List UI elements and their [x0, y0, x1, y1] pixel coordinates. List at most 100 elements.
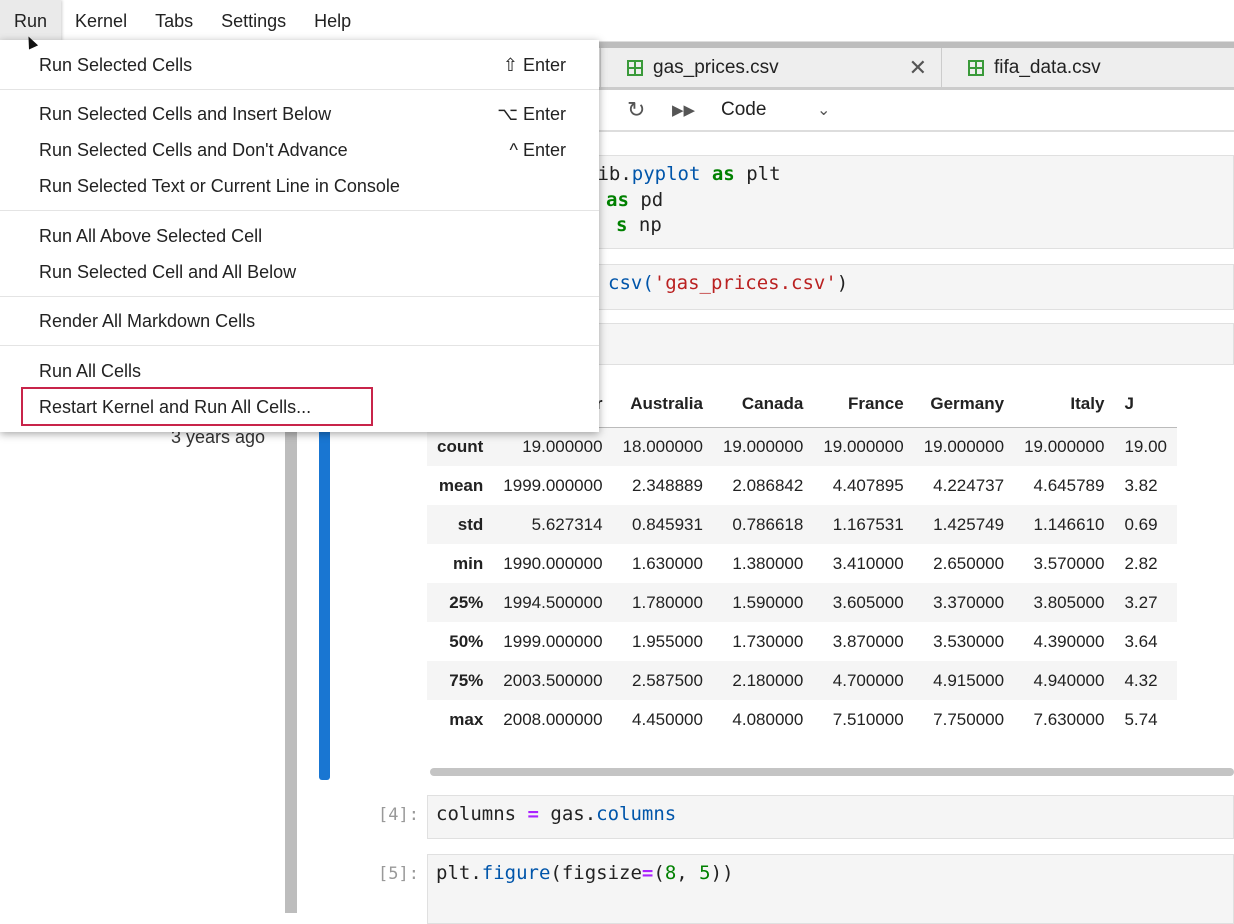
table-cell: 3.870000 [832, 631, 904, 651]
table-row: 25% 1994.500000 1.780000 1.590000 3.605000 3.… [427, 583, 1177, 622]
menu-item[interactable]: Run Selected Cells and Insert Below ⌥ Ent… [0, 96, 599, 132]
code-cell-figure[interactable]: plt.figure(figsize=(8, 5)) [427, 854, 1234, 924]
menu-item-label: Run Selected Cells [39, 55, 193, 75]
table-cell: 4.407895 [832, 475, 904, 495]
menu-separator [0, 210, 599, 211]
menu-item[interactable]: Render All Markdown Cells [0, 303, 599, 339]
chevron-down-icon[interactable]: ⌄ [817, 100, 830, 120]
table-cell: 7.510000 [832, 709, 904, 729]
tab-fifa-data[interactable]: fifa_data.csv [941, 48, 1234, 88]
row-label: max [449, 709, 484, 729]
table-cell: 0.786618 [732, 514, 804, 534]
column-header: Italy [1014, 382, 1115, 428]
code: = [527, 803, 539, 825]
menu-item[interactable]: Run Selected Cells ⇧ Enter [0, 47, 599, 83]
menu-separator [0, 296, 599, 297]
table-row: 75% 2003.500000 2.587500 2.180000 4.700000 4.… [427, 661, 1177, 700]
column-header: Australia [612, 382, 713, 428]
row-label: std [457, 514, 484, 534]
table-cell: 1.590000 [732, 592, 804, 612]
restart-kernel-icon[interactable]: ↻ [627, 97, 645, 123]
menu-item-label: Run Selected Cells and Don't Advance [39, 140, 348, 160]
row-label: 75% [449, 670, 484, 690]
menu-settings[interactable]: Settings [207, 0, 300, 42]
output-horizontal-scrollbar[interactable] [430, 768, 1234, 776]
cell-type-select[interactable]: Code [721, 99, 766, 121]
menu-item-label: Run All Cells [39, 361, 142, 381]
menu-item[interactable]: Run Selected Text or Current Line in Con… [0, 168, 599, 204]
menu-bar: Run Kernel Tabs Settings Help [0, 0, 1234, 42]
active-cell-indicator[interactable] [319, 417, 330, 780]
table-cell: 4.700000 [832, 670, 904, 690]
menu-separator [0, 89, 599, 90]
table-cell: 2.348889 [632, 475, 703, 495]
column-header: Canada [712, 382, 814, 428]
code: pd [628, 188, 664, 211]
table-cell: 1999.000000 [503, 631, 603, 651]
tab-label: fifa_data.csv [994, 57, 1101, 78]
row-label: min [453, 553, 484, 573]
menu-item-label: Run Selected Text or Current Line in Con… [39, 176, 400, 196]
table-cell: 19.000000 [1024, 436, 1105, 456]
table-cell: 1.380000 [732, 553, 804, 573]
table-cell: 1.167531 [832, 514, 904, 534]
table-cell: 1.780000 [632, 592, 703, 612]
table-cell: 3.64 [1124, 631, 1158, 651]
table-cell: 3.27 [1124, 592, 1158, 612]
table-cell: 4.915000 [933, 670, 1005, 690]
table-row: mean 1999.000000 2.348889 2.086842 4.407895 4… [427, 466, 1177, 505]
table-cell: 19.000000 [823, 436, 904, 456]
menu-item-shortcut: ^ Enter [509, 140, 566, 160]
row-label: count [437, 436, 484, 456]
row-label: 50% [449, 631, 484, 651]
table-cell: 7.750000 [933, 709, 1005, 729]
table-row: std 5.627314 0.845931 0.786618 1.167531 1.425… [427, 505, 1177, 544]
run-menu-dropdown: Run Selected Cells ⇧ Enter Run Selected Ce… [0, 40, 599, 432]
menu-item-label: Render All Markdown Cells [39, 311, 256, 331]
run-all-icon[interactable]: ▶▶ [672, 101, 695, 119]
table-cell: 19.000000 [923, 436, 1005, 456]
menu-kernel[interactable]: Kernel [61, 0, 141, 42]
code: ( [653, 862, 665, 884]
menu-item[interactable]: Run Selected Cells and Don't Advance ^ En… [0, 132, 599, 168]
code: pyplot [631, 163, 701, 185]
table-cell: 2003.500000 [503, 670, 603, 690]
table-cell: 5.627314 [531, 514, 603, 534]
table-cell: 4.390000 [1033, 631, 1105, 651]
table-cell: 1999.000000 [503, 475, 603, 495]
code: = [641, 862, 654, 884]
menu-item[interactable]: Run All Above Selected Cell [0, 218, 599, 254]
menu-item[interactable]: Run Selected Cell and All Below [0, 254, 599, 290]
menu-help[interactable]: Help [300, 0, 365, 42]
code: s [616, 214, 628, 236]
spreadsheet-icon [968, 60, 984, 76]
table-row: max 2008.000000 4.450000 4.080000 7.510000 7.… [427, 700, 1177, 739]
table-cell: 7.630000 [1033, 709, 1105, 729]
table-cell: 1.425749 [933, 514, 1005, 534]
table-cell: 3.570000 [1033, 553, 1105, 573]
table-cell: 19.00 [1124, 436, 1167, 456]
table-cell: 3.370000 [933, 592, 1005, 612]
code: plt [734, 163, 781, 185]
table-cell: 4.645789 [1033, 475, 1105, 495]
table-cell: 3.605000 [832, 592, 904, 612]
menu-item[interactable]: Run All Cells [0, 353, 599, 389]
code: gas. [538, 803, 597, 825]
row-label: mean [438, 475, 484, 495]
spreadsheet-icon [627, 60, 643, 76]
tab-gas-prices[interactable]: gas_prices.csv ✕ [600, 48, 941, 88]
cell-prompt: [4]: [378, 805, 419, 825]
close-icon[interactable]: ✕ [909, 55, 927, 81]
table-row: count 19.000000 18.000000 19.000000 19.00000… [427, 427, 1177, 466]
table-cell: 1.730000 [732, 631, 804, 651]
code-cell-columns[interactable]: columns = gas.columns [427, 795, 1234, 839]
table-cell: 3.805000 [1033, 592, 1105, 612]
menu-tabs[interactable]: Tabs [141, 0, 207, 42]
table-cell: 2.086842 [732, 475, 804, 495]
tab-label: gas_prices.csv [653, 57, 779, 78]
menu-item-label: Run Selected Cells and Insert Below [39, 104, 332, 124]
code: )) [710, 862, 734, 884]
menu-item-label: Run Selected Cell and All Below [39, 262, 297, 282]
table-cell: 4.224737 [933, 475, 1005, 495]
cell-prompt: [5]: [378, 864, 419, 884]
